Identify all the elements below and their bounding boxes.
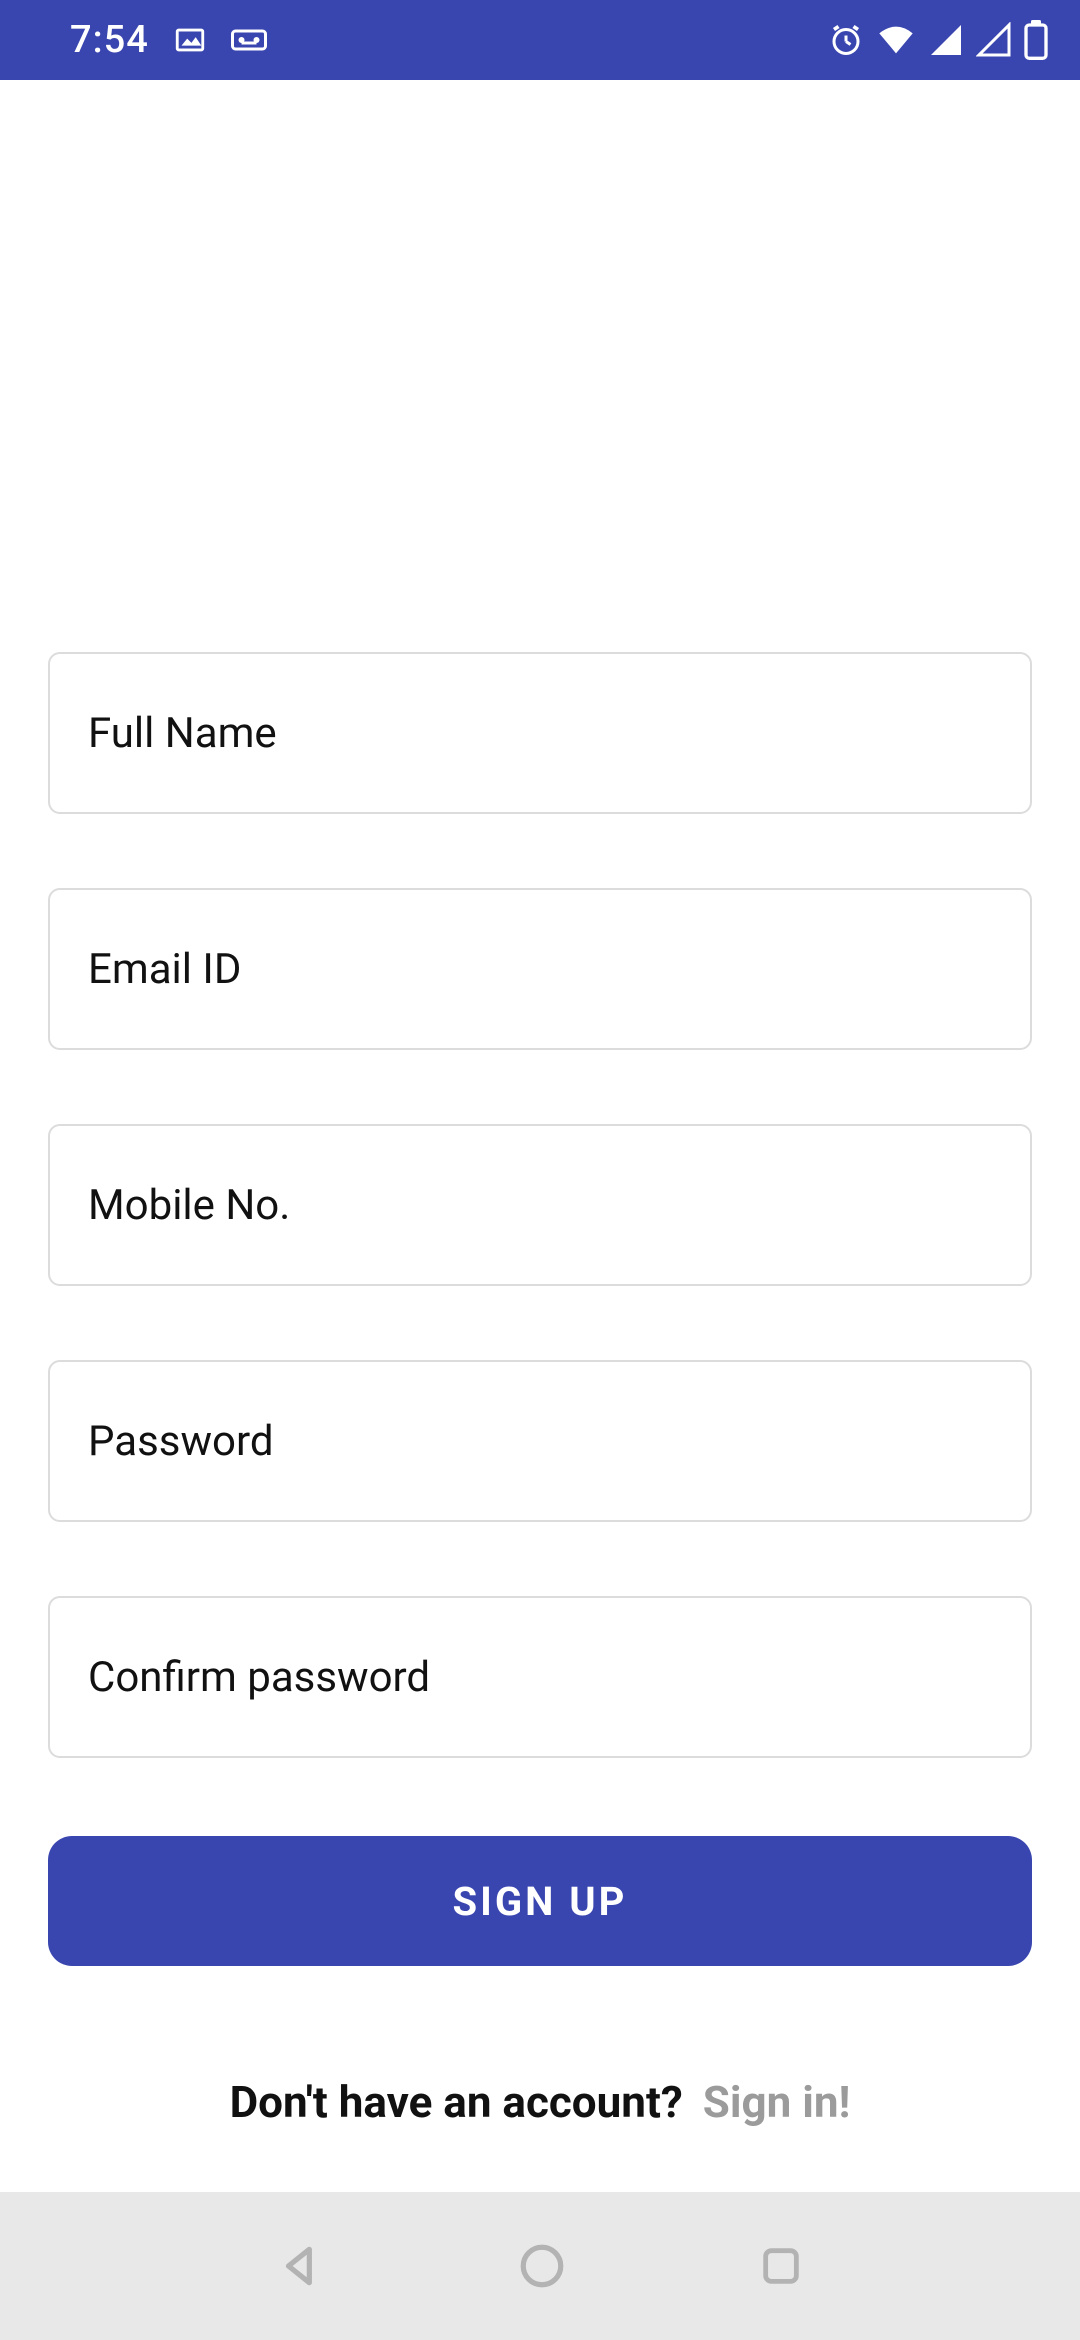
confirm-password-field[interactable] [48,1596,1032,1758]
password-field[interactable] [48,1360,1032,1522]
alarm-icon [828,22,864,58]
footer-prompt: Don't have an account? [230,2076,683,2128]
signup-form: SIGN UP Don't have an account? Sign in! [0,80,1080,2128]
android-nav-bar [0,2192,1080,2340]
battery-icon [1024,20,1048,60]
mobile-field[interactable] [48,1124,1032,1286]
status-left: 7:54 [70,18,267,62]
signin-link[interactable]: Sign in! [703,2076,851,2128]
home-icon[interactable] [517,2241,567,2291]
status-bar: 7:54 [0,0,1080,80]
picture-icon [173,23,207,57]
recent-apps-icon[interactable] [758,2243,804,2289]
status-right [828,20,1048,60]
full-name-field[interactable] [48,652,1032,814]
signal-empty-icon [976,22,1012,58]
voicemail-icon [231,26,267,54]
footer-row: Don't have an account? Sign in! [48,2076,1032,2128]
wifi-icon [876,22,916,58]
signup-button[interactable]: SIGN UP [48,1836,1032,1966]
signal-full-icon [928,22,964,58]
email-field[interactable] [48,888,1032,1050]
status-time: 7:54 [70,18,149,62]
top-spacer [48,80,1032,652]
back-icon[interactable] [276,2241,326,2291]
